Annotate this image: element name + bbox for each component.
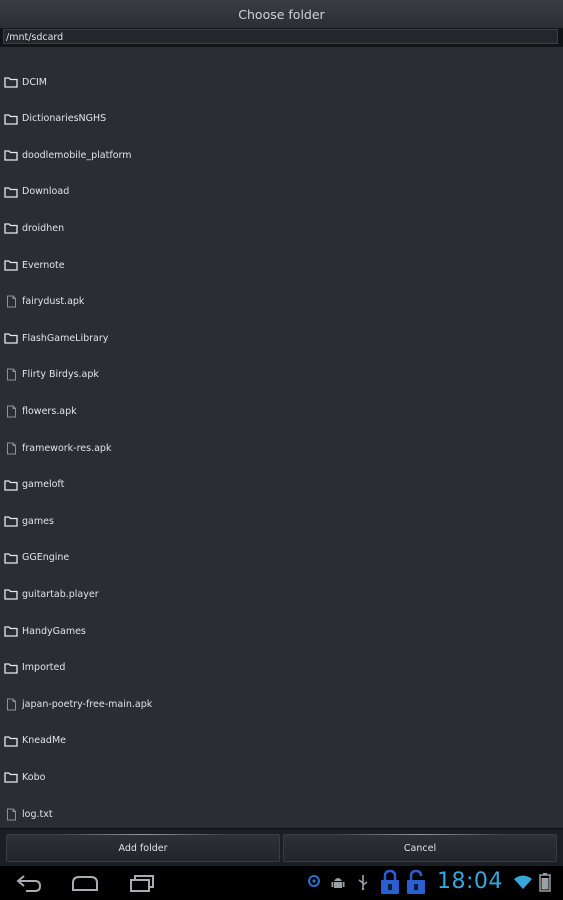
folder-icon xyxy=(0,332,22,344)
entry-name: Kobo xyxy=(22,771,46,783)
folder-icon xyxy=(0,222,22,235)
file-icon xyxy=(0,808,22,821)
entry-name: DCIM xyxy=(22,76,47,88)
file-row[interactable]: japan-poetry-free-main.apk xyxy=(0,686,563,722)
status-clock[interactable]: 18:04 xyxy=(437,869,503,894)
folder-icon xyxy=(0,735,22,747)
entry-name: log.txt xyxy=(22,808,53,820)
cancel-button[interactable]: Cancel xyxy=(283,834,557,862)
file-row[interactable]: Flirty Birdys.apk xyxy=(0,357,563,393)
folder-row[interactable]: HandyGames xyxy=(0,613,563,649)
file-icon xyxy=(0,295,22,308)
entry-name: Evernote xyxy=(22,259,65,271)
lock-icon[interactable] xyxy=(379,869,401,895)
cancel-label: Cancel xyxy=(403,842,437,854)
folder-row[interactable]: Evernote xyxy=(0,247,563,283)
folder-row[interactable]: droidhen xyxy=(0,210,563,246)
back-icon[interactable] xyxy=(14,872,44,894)
folder-icon xyxy=(0,552,22,564)
folder-icon xyxy=(0,662,22,674)
folder-row[interactable]: gameloft xyxy=(0,467,563,503)
file-icon xyxy=(0,442,22,455)
file-row[interactable]: log.txt xyxy=(0,796,563,829)
folder-icon xyxy=(0,259,22,271)
folder-row[interactable]: KneadMe xyxy=(0,723,563,759)
entry-name: KneadMe xyxy=(22,735,66,747)
entry-name: framework-res.apk xyxy=(22,442,112,454)
entry-name: droidhen xyxy=(22,222,65,234)
file-row[interactable]: flowers.apk xyxy=(0,393,563,429)
entry-name: HandyGames xyxy=(22,625,86,637)
folder-row[interactable]: doodlemobile_platform xyxy=(0,137,563,173)
folder-icon xyxy=(0,186,22,198)
folder-icon xyxy=(0,625,22,637)
file-row[interactable]: framework-res.apk xyxy=(0,430,563,466)
folder-row[interactable]: games xyxy=(0,503,563,539)
current-path: /mnt/sdcard xyxy=(3,29,558,44)
dialog-button-bar: Add folder Cancel xyxy=(0,828,563,867)
folder-row[interactable]: Download xyxy=(0,174,563,210)
entry-name: gameloft xyxy=(22,479,65,491)
folder-icon xyxy=(0,76,22,88)
home-icon[interactable] xyxy=(70,872,100,894)
entry-name: Download xyxy=(22,186,70,198)
file-list[interactable]: DCIM DictionariesNGHS doodlemobile_platfor… xyxy=(0,46,563,829)
folder-row[interactable]: guitartab.player xyxy=(0,576,563,612)
file-icon xyxy=(0,405,22,418)
notification-app-icon[interactable] xyxy=(308,874,320,888)
entry-name: FlashGameLibrary xyxy=(22,332,109,344)
lock-open-icon[interactable] xyxy=(405,869,427,895)
folder-row[interactable]: DCIM xyxy=(0,64,563,100)
entry-name: guitartab.player xyxy=(22,588,99,600)
entry-name: Imported xyxy=(22,662,66,674)
folder-icon xyxy=(0,113,22,125)
folder-row[interactable]: Kobo xyxy=(0,759,563,795)
folder-icon xyxy=(0,149,22,161)
folder-icon xyxy=(0,588,22,601)
entry-name: flowers.apk xyxy=(22,405,77,417)
scrollbar[interactable] xyxy=(558,50,561,810)
folder-row[interactable]: Imported xyxy=(0,650,563,686)
entry-name: GGEngine xyxy=(22,552,70,564)
wifi-icon[interactable] xyxy=(513,874,533,890)
folder-icon xyxy=(0,479,22,491)
dialog-title-bar: Choose folder xyxy=(0,0,563,29)
entry-name: japan-poetry-free-main.apk xyxy=(22,698,153,710)
file-row[interactable]: fairydust.apk xyxy=(0,284,563,320)
folder-row[interactable]: FlashGameLibrary xyxy=(0,320,563,356)
folder-row[interactable]: DictionariesNGHS xyxy=(0,101,563,137)
system-navigation-bar: 18:04 xyxy=(0,866,563,900)
entry-name: fairydust.apk xyxy=(22,296,85,308)
dialog-title: Choose folder xyxy=(238,6,325,22)
folder-row[interactable]: GGEngine xyxy=(0,540,563,576)
entry-name: doodlemobile_platform xyxy=(22,149,132,161)
recent-apps-icon[interactable] xyxy=(127,872,157,894)
android-debug-icon[interactable] xyxy=(330,874,346,890)
folder-icon xyxy=(0,771,22,784)
add-folder-button[interactable]: Add folder xyxy=(6,834,280,862)
entry-name: games xyxy=(22,515,54,527)
entry-name: DictionariesNGHS xyxy=(22,113,107,125)
usb-icon[interactable] xyxy=(357,874,369,890)
battery-icon[interactable] xyxy=(539,872,551,892)
file-icon xyxy=(0,698,22,711)
file-icon xyxy=(0,368,22,381)
entry-name: Flirty Birdys.apk xyxy=(22,369,99,381)
folder-icon xyxy=(0,515,22,527)
add-folder-label: Add folder xyxy=(118,842,168,854)
